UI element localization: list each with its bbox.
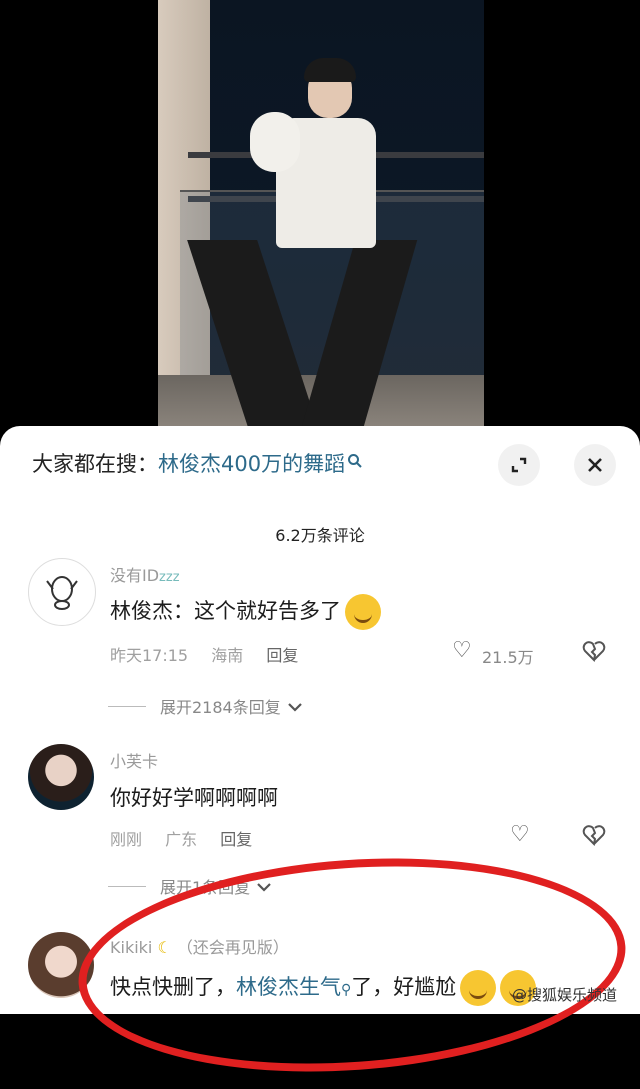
divider xyxy=(108,705,146,707)
dislike-icon[interactable] xyxy=(582,640,606,667)
chevron-down-icon xyxy=(287,697,303,716)
comment-meta: 刚刚 广东 回复 xyxy=(110,826,270,850)
expand-replies[interactable]: 展开2184条回复 xyxy=(108,694,303,718)
reply-button[interactable]: 回复 xyxy=(266,646,298,665)
comment-author[interactable]: 没有IDzzz xyxy=(110,562,180,586)
heart-icon[interactable]: ♡ xyxy=(452,638,472,663)
comment-meta: 昨天17:15 海南 回复 xyxy=(110,642,316,666)
comment-text: 你好好学啊啊啊啊 xyxy=(110,786,278,810)
search-suggestion[interactable]: 大家都在搜： 林俊杰400万的舞蹈 xyxy=(32,448,363,478)
comment-author[interactable]: 小芙卡 xyxy=(110,748,158,772)
comment-time: 刚刚 xyxy=(110,830,143,849)
reply-button[interactable]: 回复 xyxy=(220,830,252,849)
comment-time: 昨天17:15 xyxy=(110,646,189,665)
video-player[interactable] xyxy=(0,0,640,430)
heart-icon[interactable]: ♡ xyxy=(510,822,530,847)
avatar[interactable] xyxy=(28,744,94,810)
search-prefix: 大家都在搜： xyxy=(32,452,158,476)
search-icon xyxy=(347,453,363,473)
like-count: 21.5万 xyxy=(482,648,534,667)
comment-location: 海南 xyxy=(211,646,244,665)
comment-count: 6.2万条评论 xyxy=(275,526,365,545)
watermark: @搜狐娱乐频道 xyxy=(512,986,618,1004)
expand-icon[interactable] xyxy=(498,444,540,486)
dislike-icon[interactable] xyxy=(582,824,606,851)
dancer-arm xyxy=(250,112,300,172)
comment-location: 广东 xyxy=(165,830,198,849)
avatar[interactable] xyxy=(28,558,96,626)
divider xyxy=(108,885,146,887)
close-icon[interactable] xyxy=(574,444,616,486)
dancer-hair xyxy=(304,58,356,82)
smile-emoji xyxy=(345,594,381,630)
search-keyword[interactable]: 林俊杰400万的舞蹈 xyxy=(158,448,345,478)
comment-text: 林俊杰：这个就好告多了 xyxy=(110,594,381,630)
video-frame xyxy=(158,0,484,430)
